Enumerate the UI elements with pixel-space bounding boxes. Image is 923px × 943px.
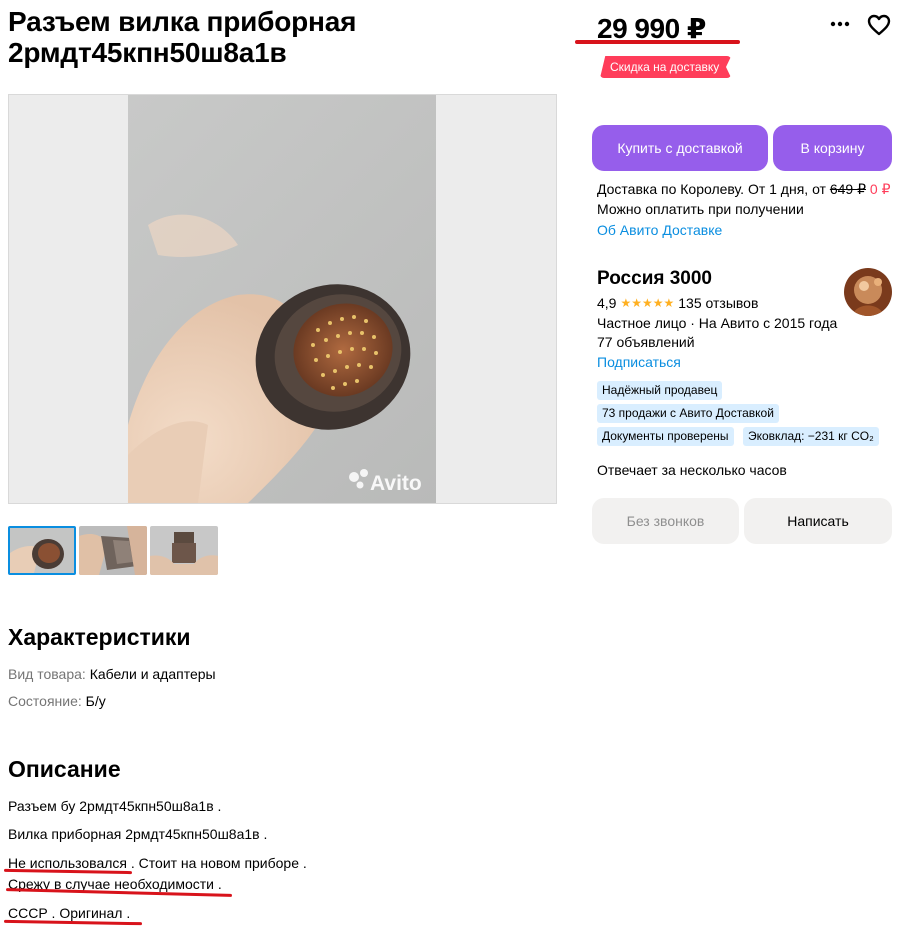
about-delivery-link[interactable]: Об Авито Доставке <box>597 222 722 238</box>
spec-row-condition: Состояние: Б/у <box>8 693 106 709</box>
seller-response-time: Отвечает за несколько часов <box>597 462 787 478</box>
favorite-heart-icon[interactable] <box>865 11 893 39</box>
more-options-icon[interactable] <box>826 10 854 38</box>
spec-key: Вид товара: <box>8 666 86 682</box>
spec-value: Б/у <box>85 693 106 709</box>
gallery-backdrop-left <box>9 95 128 503</box>
seller-avatar[interactable] <box>844 268 892 316</box>
page-title: Разъем вилка приборная 2рмдт45кпн50ш8а1в <box>8 6 357 68</box>
description-line-3: Не использовался . Стоит на новом прибор… <box>8 855 307 871</box>
characteristics-heading: Характеристики <box>8 624 191 650</box>
description-heading: Описание <box>8 756 121 782</box>
watermark-text: Avito <box>370 472 422 495</box>
description-line-2: Вилка приборная 2рмдт45кпн50ш8а1в . <box>8 826 268 842</box>
seller-info: Частное лицо · На Авито с 2015 года <box>597 315 838 331</box>
seller-ads-count[interactable]: 77 объявлений <box>597 334 695 350</box>
description-line-5: СССР . Оригинал . <box>8 905 131 921</box>
thumbnail-1[interactable] <box>8 526 76 575</box>
rating-stars-icon: ★★★★★ <box>620 296 675 310</box>
buy-with-delivery-button[interactable]: Купить с доставкой <box>592 125 768 171</box>
seller-name[interactable]: Россия 3000 <box>597 268 712 290</box>
no-calls-button[interactable]: Без звонков <box>592 498 739 544</box>
delivery-discount-badge: Скидка на доставку <box>600 56 732 78</box>
avito-watermark: Avito <box>349 469 422 495</box>
price-annotation-underline <box>575 40 740 44</box>
pay-on-delivery-text: Можно оплатить при получении <box>597 201 804 217</box>
write-message-button[interactable]: Написать <box>744 498 892 544</box>
seller-rating: 4,9 <box>597 295 617 311</box>
seller-tag: Эковклад: −231 кг CO₂ <box>743 427 879 446</box>
description-line-1: Разъем бу 2рмдт45кпн50ш8а1в . <box>8 798 222 814</box>
spec-row-type: Вид товара: Кабели и адаптеры <box>8 666 216 682</box>
spec-value: Кабели и адаптеры <box>89 666 216 682</box>
subscribe-link[interactable]: Подписаться <box>597 354 681 370</box>
old-delivery-price: 649 ₽ <box>829 181 867 197</box>
seller-reviews[interactable]: 135 отзывов <box>678 295 758 311</box>
main-photo: Avito <box>128 95 436 503</box>
spec-key: Состояние: <box>8 693 82 709</box>
thumbnail-2[interactable] <box>79 526 147 575</box>
seller-tag: Надёжный продавец <box>597 381 723 400</box>
thumbnail-3[interactable] <box>150 526 218 575</box>
delivery-text: Доставка по Королеву. От 1 дня, от <box>597 181 830 197</box>
gallery-backdrop-right <box>436 95 556 503</box>
new-delivery-price: 0 ₽ <box>869 181 891 197</box>
seller-tag: 73 продажи с Авито Доставкой <box>597 404 779 423</box>
add-to-cart-button[interactable]: В корзину <box>773 125 892 171</box>
delivery-info: Доставка по Королеву. От 1 дня, от 649 ₽… <box>597 181 891 198</box>
seller-rating-row: 4,9 ★★★★★ 135 отзывов <box>597 295 758 311</box>
seller-tag: Документы проверены <box>597 427 734 446</box>
main-photo-gallery[interactable]: Avito <box>8 94 557 504</box>
